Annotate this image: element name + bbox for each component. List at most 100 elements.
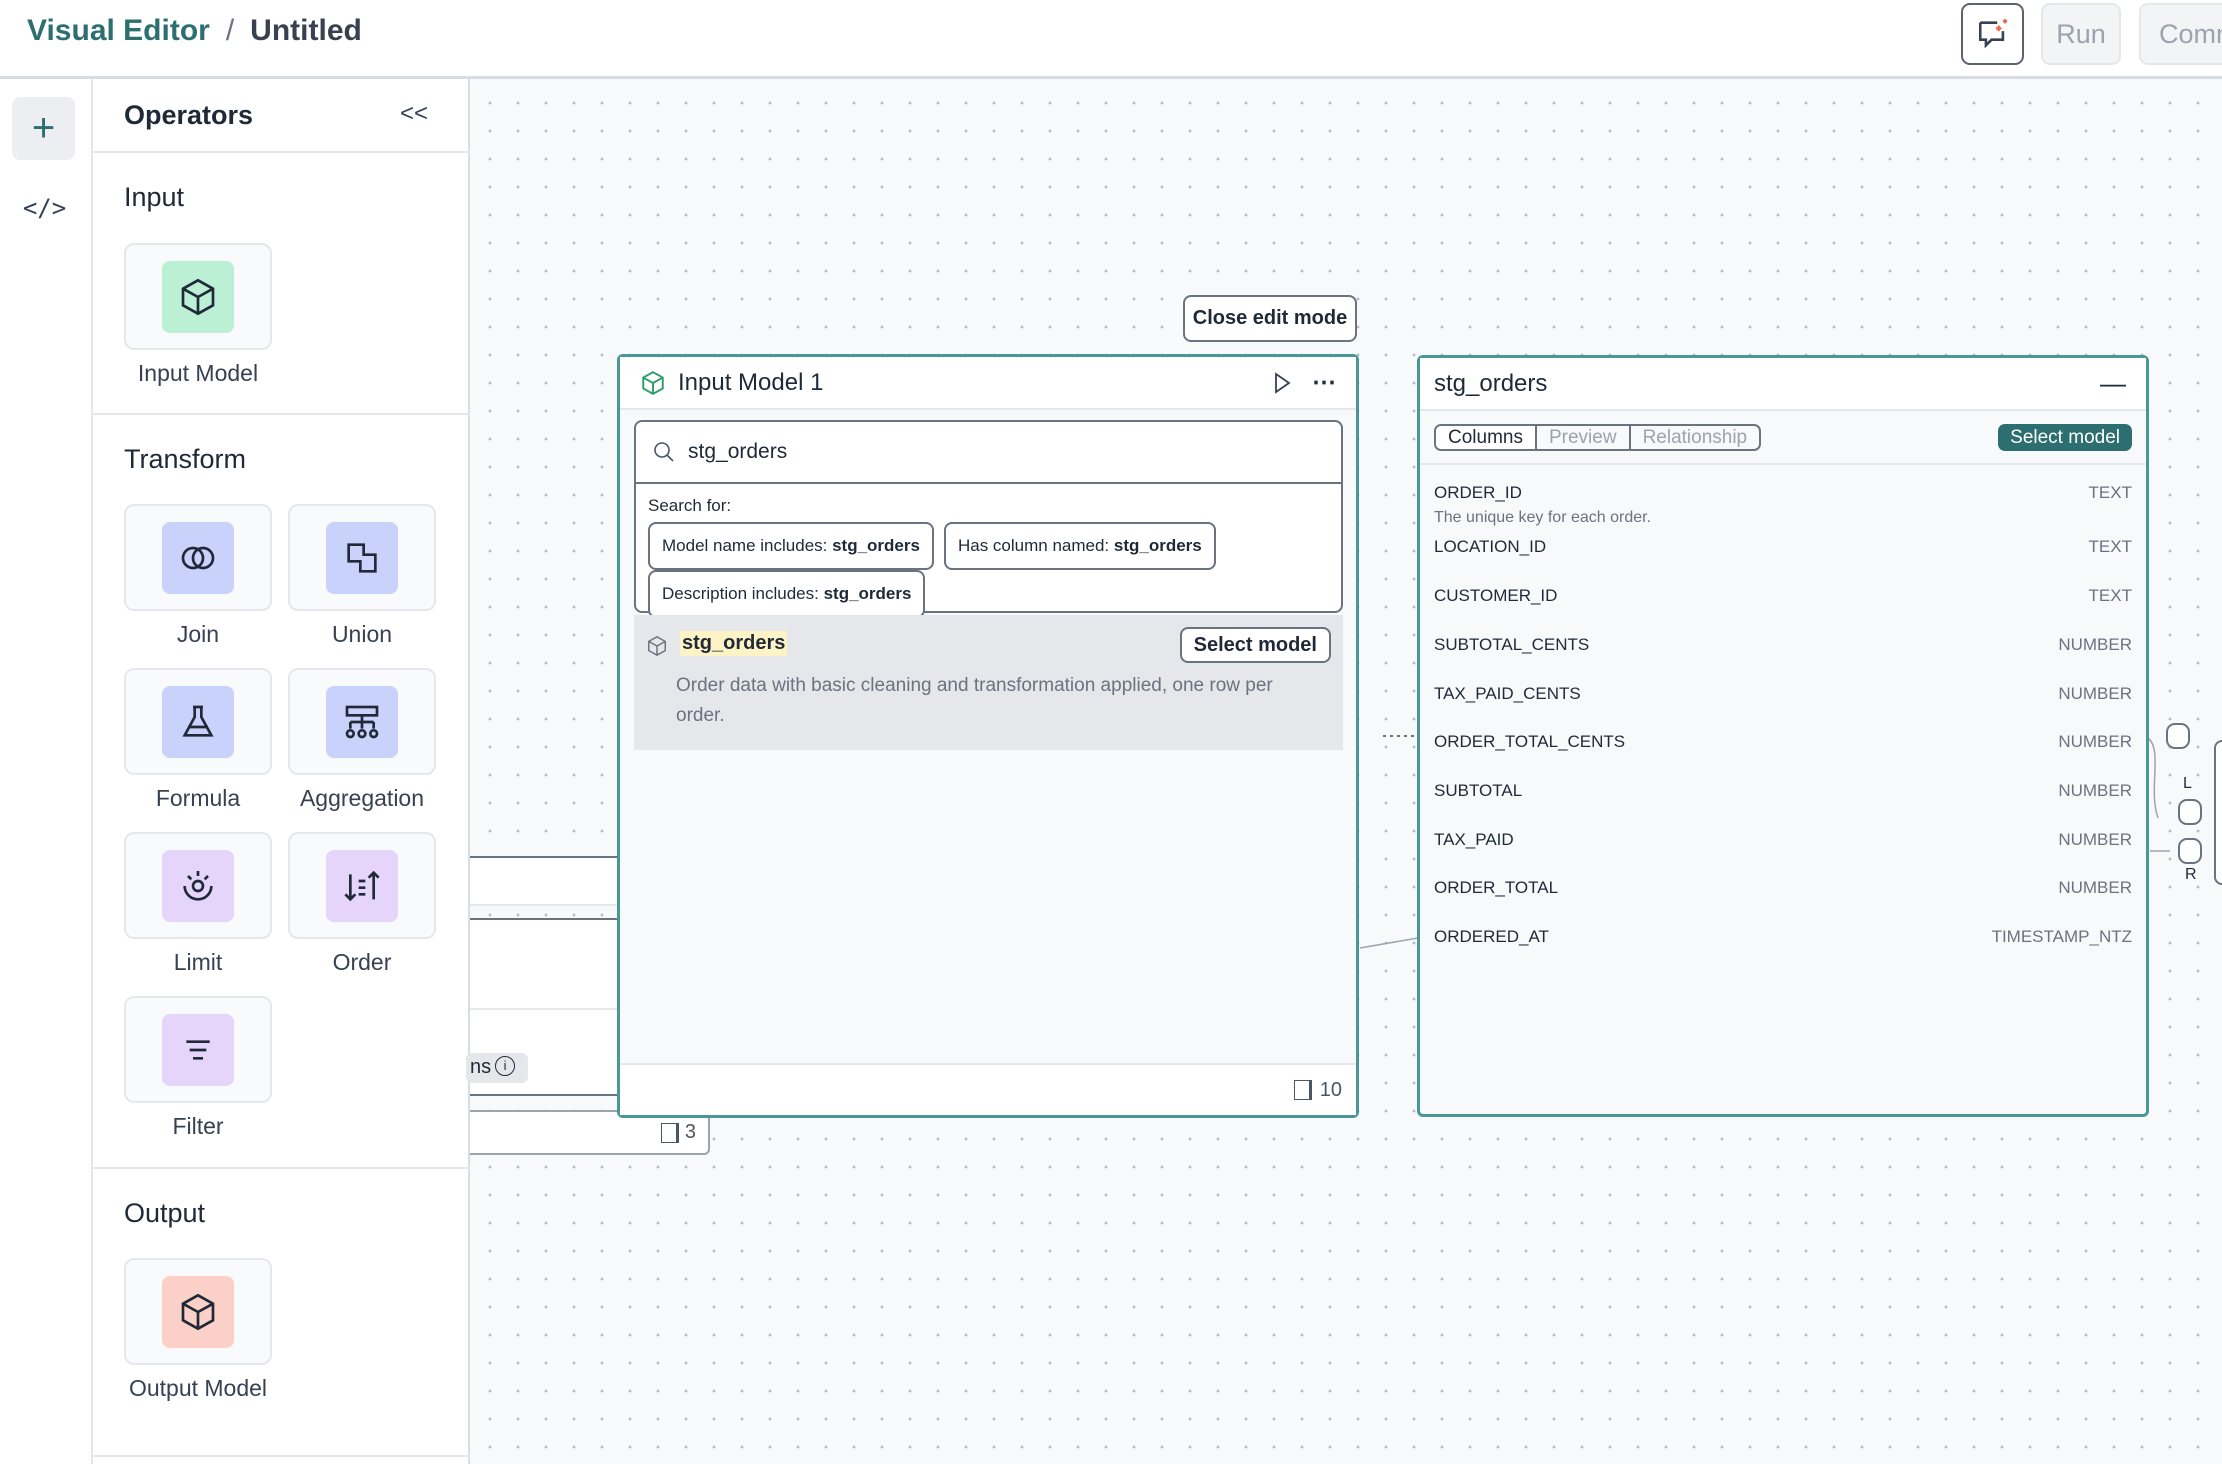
join-handle-left[interactable] — [2178, 799, 2202, 825]
cube-icon — [162, 1275, 234, 1348]
search-input[interactable]: stg_orders — [636, 422, 1341, 484]
commit-button[interactable]: Comm — [2139, 3, 2222, 65]
column-row[interactable]: TAX_PAID_CENTS NUMBER — [1434, 684, 2132, 704]
select-model-button[interactable]: Select model — [1179, 627, 1331, 663]
cube-icon — [162, 260, 234, 333]
column-row[interactable]: ORDER_TOTAL NUMBER — [1434, 878, 2132, 898]
columns-count: 3 — [684, 1121, 696, 1143]
node-header: stg_orders — — [1420, 358, 2146, 411]
more-icon[interactable]: ⋯ — [1312, 368, 1336, 397]
column-row[interactable]: SUBTOTAL NUMBER — [1434, 781, 2132, 801]
input-model-node[interactable]: Input Model 1 ⋯ stg_orders Search for: M… — [617, 354, 1359, 1118]
divider — [470, 1008, 620, 1010]
column-row[interactable]: CUSTOMER_ID TEXT — [1434, 586, 2132, 606]
play-icon[interactable] — [1270, 371, 1294, 395]
operator-limit[interactable] — [124, 832, 272, 939]
cube-icon — [648, 635, 666, 657]
run-button[interactable]: Run — [2041, 3, 2121, 65]
breadcrumb-app[interactable]: Visual Editor — [27, 14, 210, 48]
column-type: TEXT — [2088, 586, 2132, 605]
tab-relationship[interactable]: Relationship — [1631, 426, 1760, 449]
partial-node[interactable] — [470, 856, 620, 906]
plus-icon[interactable]: + — [12, 97, 75, 160]
section-output-title: Output — [124, 1198, 206, 1228]
join-handle-right[interactable] — [2178, 838, 2202, 864]
search-value: stg_orders — [688, 440, 788, 463]
collapse-panel-icon[interactable]: << — [400, 100, 428, 128]
result-description: Order data with basic cleaning and trans… — [676, 675, 1273, 726]
chip-prefix: Has column named: — [957, 536, 1114, 555]
operator-label: Order — [332, 949, 392, 975]
node-title: stg_orders — [1434, 369, 1548, 397]
column-row[interactable]: SUBTOTAL_CENTS NUMBER — [1434, 635, 2132, 655]
operator-filter[interactable] — [124, 996, 272, 1103]
select-model-button[interactable]: Select model — [1998, 424, 2132, 451]
partial-join-node[interactable] — [2214, 740, 2222, 885]
node-title: Input Model 1 — [678, 368, 824, 396]
divider — [93, 1167, 470, 1169]
column-name: TAX_PAID — [1434, 830, 1514, 849]
edge — [1359, 937, 1419, 949]
section-transform-title: Transform — [124, 444, 247, 474]
column-name: TAX_PAID_CENTS — [1434, 684, 1581, 703]
column-name: CUSTOMER_ID — [1434, 586, 1558, 605]
node-footer: 10 — [620, 1063, 1356, 1115]
chip-prefix: Model name includes: — [662, 536, 833, 555]
column-row[interactable]: TAX_PAID NUMBER — [1434, 830, 2132, 850]
operator-formula[interactable] — [124, 668, 272, 775]
info-badge-text: ns — [470, 1056, 492, 1078]
model-preview-node[interactable]: stg_orders — Columns Preview Relationshi… — [1417, 355, 2149, 1117]
divider — [93, 413, 470, 415]
top-bar: Visual Editor / Untitled Run Comm — [0, 0, 2222, 79]
divider — [93, 1455, 470, 1457]
info-icon: i — [495, 1056, 516, 1076]
chip-value: stg_orders — [1113, 536, 1202, 555]
column-type: NUMBER — [2058, 878, 2132, 897]
operator-label: Input Model — [137, 360, 259, 386]
operator-union[interactable] — [288, 504, 436, 611]
breadcrumb: Visual Editor / Untitled — [27, 14, 362, 48]
join-handle[interactable] — [2166, 723, 2190, 749]
column-name: ORDER_TOTAL — [1434, 878, 1559, 897]
column-row[interactable]: ORDER_TOTAL_CENTS NUMBER — [1434, 732, 2132, 752]
ai-chat-icon — [1978, 19, 2007, 49]
info-badge[interactable]: ns i — [466, 1053, 528, 1083]
minimize-icon[interactable]: — — [2100, 368, 2126, 399]
left-rail — [0, 79, 93, 1464]
operator-join[interactable] — [124, 504, 272, 611]
aggregation-icon — [326, 685, 398, 758]
column-row[interactable]: ORDERED_AT TIMESTAMP_NTZ — [1434, 927, 2132, 947]
filter-icon — [162, 1013, 234, 1086]
operator-aggregation[interactable] — [288, 668, 436, 775]
node-header: Input Model 1 ⋯ — [620, 357, 1356, 410]
column-row[interactable]: ORDER_ID The unique key for each order. TE… — [1434, 483, 2132, 527]
column-type: NUMBER — [2058, 732, 2132, 751]
search-box: stg_orders Search for: Model name includ… — [634, 420, 1343, 618]
handle-label-right: R — [2185, 866, 2197, 883]
close-edit-mode-button[interactable]: Close edit mode — [1183, 295, 1357, 342]
search-result[interactable]: stg_orders Select model Order data with … — [634, 615, 1343, 750]
tab-columns[interactable]: Columns — [1436, 426, 1537, 449]
operator-output-model[interactable] — [124, 1258, 272, 1365]
operator-label: Limit — [173, 949, 223, 975]
code-icon[interactable]: </> — [22, 190, 67, 226]
breadcrumb-file[interactable]: Untitled — [250, 14, 362, 48]
column-name: ORDERED_AT — [1434, 927, 1549, 946]
tabs: Columns Preview Relationship — [1434, 424, 1762, 451]
operator-input-model[interactable] — [124, 243, 272, 350]
operators-title: Operators — [124, 100, 254, 130]
columns-count: 10 — [1319, 1078, 1342, 1101]
chip-description[interactable]: Description includes: stg_orders — [648, 570, 926, 618]
column-row[interactable]: LOCATION_ID TEXT — [1434, 537, 2132, 557]
column-type: TEXT — [2088, 537, 2132, 556]
tab-preview[interactable]: Preview — [1537, 426, 1631, 449]
operator-order[interactable] — [288, 832, 436, 939]
column-name: ORDER_ID — [1434, 483, 1522, 502]
chip-column-name[interactable]: Has column named: stg_orders — [943, 522, 1216, 570]
chip-model-name[interactable]: Model name includes: stg_orders — [648, 522, 934, 570]
ai-chat-button[interactable] — [1961, 3, 2024, 65]
join-icon — [162, 521, 234, 594]
column-type: TEXT — [2088, 483, 2132, 502]
column-type: NUMBER — [2058, 830, 2132, 849]
operator-label: Aggregation — [299, 785, 425, 811]
